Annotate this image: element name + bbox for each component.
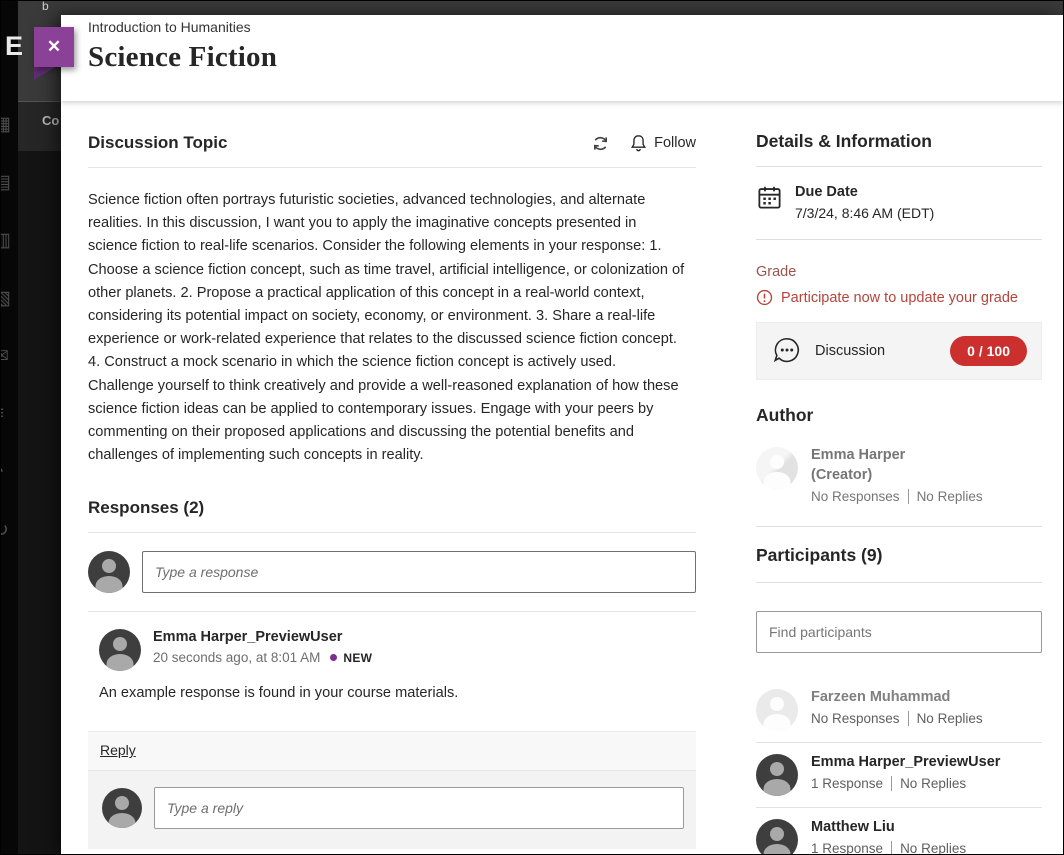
- new-badge: NEW: [343, 651, 372, 665]
- participant-row: Matthew Liu 1 Response No Replies: [756, 807, 1042, 854]
- participant-name: Matthew Liu: [811, 819, 966, 835]
- new-indicator-dot: [330, 654, 337, 661]
- refresh-button[interactable]: [591, 134, 610, 153]
- participant-responses: 1 Response: [811, 841, 883, 854]
- participant-stats: 1 Response No Replies: [811, 776, 1000, 791]
- details-sidebar: Details & Information Due Date 7/3/24,: [756, 101, 1042, 854]
- response-item: Emma Harper_PreviewUser 20 seconds ago, …: [88, 612, 696, 715]
- sync-icon[interactable]: ↻: [1, 519, 9, 542]
- reply-compose-row: [88, 771, 696, 849]
- participant-replies: No Replies: [900, 841, 966, 854]
- reply-bar: Reply: [88, 731, 696, 771]
- due-date-value: 7/3/24, 8:46 AM (EDT): [795, 205, 934, 221]
- response-author-avatar: [99, 629, 141, 671]
- app-left-rail: ▦ ▤ ▥ ▧ ✉ ≡ ◔ ↻: [1, 1, 18, 854]
- author-name: Emma Harper: [811, 447, 983, 463]
- clock-icon[interactable]: ◔: [1, 461, 4, 483]
- calendar-rail-icon[interactable]: ▤: [1, 171, 11, 194]
- participant-row: Farzeen Muhammad No Responses No Replies: [756, 678, 1042, 742]
- divider: [756, 166, 1042, 167]
- participant-replies: No Replies: [917, 711, 983, 726]
- divider: [88, 532, 696, 533]
- participant-avatar: [756, 754, 798, 796]
- backdrop-nav-fragment: Co: [42, 113, 59, 128]
- participant-row: Emma Harper_PreviewUser 1 Response No Re…: [756, 742, 1042, 807]
- discussion-icon: [771, 335, 803, 367]
- backdrop-fragment: b: [42, 0, 49, 13]
- discussion-main-column: Discussion Topic: [88, 101, 696, 854]
- author-avatar: [756, 447, 798, 489]
- response-timestamp: 20 seconds ago, at 8:01 AM: [153, 650, 320, 665]
- author-role: (Creator): [811, 467, 983, 483]
- participant-stats: No Responses No Replies: [811, 711, 983, 726]
- participant-list: Farzeen Muhammad No Responses No Replies…: [756, 678, 1042, 854]
- author-heading: Author: [756, 405, 1042, 426]
- participants-heading: Participants (9): [756, 545, 1042, 566]
- author-stats: No Responses No Replies: [811, 489, 983, 504]
- participant-replies: No Replies: [900, 776, 966, 791]
- current-user-avatar: [88, 551, 130, 593]
- page-title: Science Fiction: [88, 41, 1063, 74]
- grade-warning-text: Participate now to update your grade: [781, 290, 1018, 306]
- reply-input[interactable]: [154, 787, 684, 829]
- participant-avatar: [756, 689, 798, 731]
- backdrop-logo-fragment: E: [5, 31, 23, 62]
- people-icon[interactable]: ▧: [1, 287, 11, 310]
- follow-button[interactable]: Follow: [630, 134, 696, 153]
- divider: [88, 167, 696, 168]
- participant-stats: 1 Response No Replies: [811, 841, 966, 854]
- close-icon: ✕: [47, 37, 61, 57]
- grid-icon[interactable]: ▦: [1, 113, 11, 136]
- bell-icon: [630, 134, 647, 153]
- responses-heading: Responses (2): [88, 498, 696, 518]
- list-icon[interactable]: ≡: [1, 403, 4, 425]
- close-button-fold: [34, 67, 55, 80]
- stats-separator: [908, 711, 909, 726]
- reply-link[interactable]: Reply: [100, 742, 136, 758]
- due-date-row: Due Date 7/3/24, 8:46 AM (EDT): [756, 184, 1042, 221]
- discussion-prompt-text: Science fiction often portrays futuristi…: [88, 189, 685, 467]
- mail-icon[interactable]: ✉: [1, 345, 9, 368]
- discussion-peek-panel: Introduction to Humanities Science Ficti…: [61, 15, 1063, 854]
- participant-responses: 1 Response: [811, 776, 883, 791]
- grade-warning: Participate now to update your grade: [756, 289, 1042, 306]
- backdrop-divider: [18, 101, 61, 102]
- grade-score-pill: 0 / 100: [950, 336, 1027, 366]
- response-input[interactable]: [142, 551, 696, 593]
- current-user-avatar: [102, 788, 142, 828]
- stats-separator: [891, 841, 892, 854]
- stats-separator: [908, 489, 909, 504]
- close-button[interactable]: ✕: [34, 27, 74, 67]
- panel-header: Introduction to Humanities Science Ficti…: [61, 15, 1063, 101]
- follow-label: Follow: [654, 135, 696, 151]
- chart-icon[interactable]: ▥: [1, 229, 11, 252]
- divider: [756, 239, 1042, 240]
- course-name: Introduction to Humanities: [88, 19, 1063, 35]
- participant-avatar: [756, 819, 798, 854]
- divider: [756, 526, 1042, 527]
- due-date-label: Due Date: [795, 184, 934, 200]
- find-participants-input[interactable]: [756, 611, 1042, 653]
- participant-responses: No Responses: [811, 711, 900, 726]
- panel-body: Discussion Topic: [61, 101, 1063, 854]
- calendar-icon: [756, 184, 783, 211]
- response-compose-row: [88, 551, 696, 593]
- divider: [756, 582, 1042, 583]
- author-row: Emma Harper (Creator) No Responses No Re…: [756, 447, 1042, 504]
- topic-header-row: Discussion Topic: [88, 133, 696, 153]
- grade-item-label: Discussion: [815, 343, 885, 359]
- response-author-name: Emma Harper_PreviewUser: [153, 629, 372, 645]
- grade-summary-box: Discussion 0 / 100: [756, 322, 1042, 380]
- grade-label: Grade: [756, 264, 1042, 280]
- author-replies: No Replies: [917, 489, 983, 504]
- stats-separator: [891, 776, 892, 791]
- author-responses: No Responses: [811, 489, 900, 504]
- warning-icon: [756, 289, 773, 306]
- discussion-topic-heading: Discussion Topic: [88, 133, 228, 153]
- refresh-icon: [591, 134, 610, 153]
- details-heading: Details & Information: [756, 131, 1042, 152]
- response-text: An example response is found in your cou…: [99, 685, 696, 701]
- participant-name: Emma Harper_PreviewUser: [811, 754, 1000, 770]
- participant-name: Farzeen Muhammad: [811, 689, 983, 705]
